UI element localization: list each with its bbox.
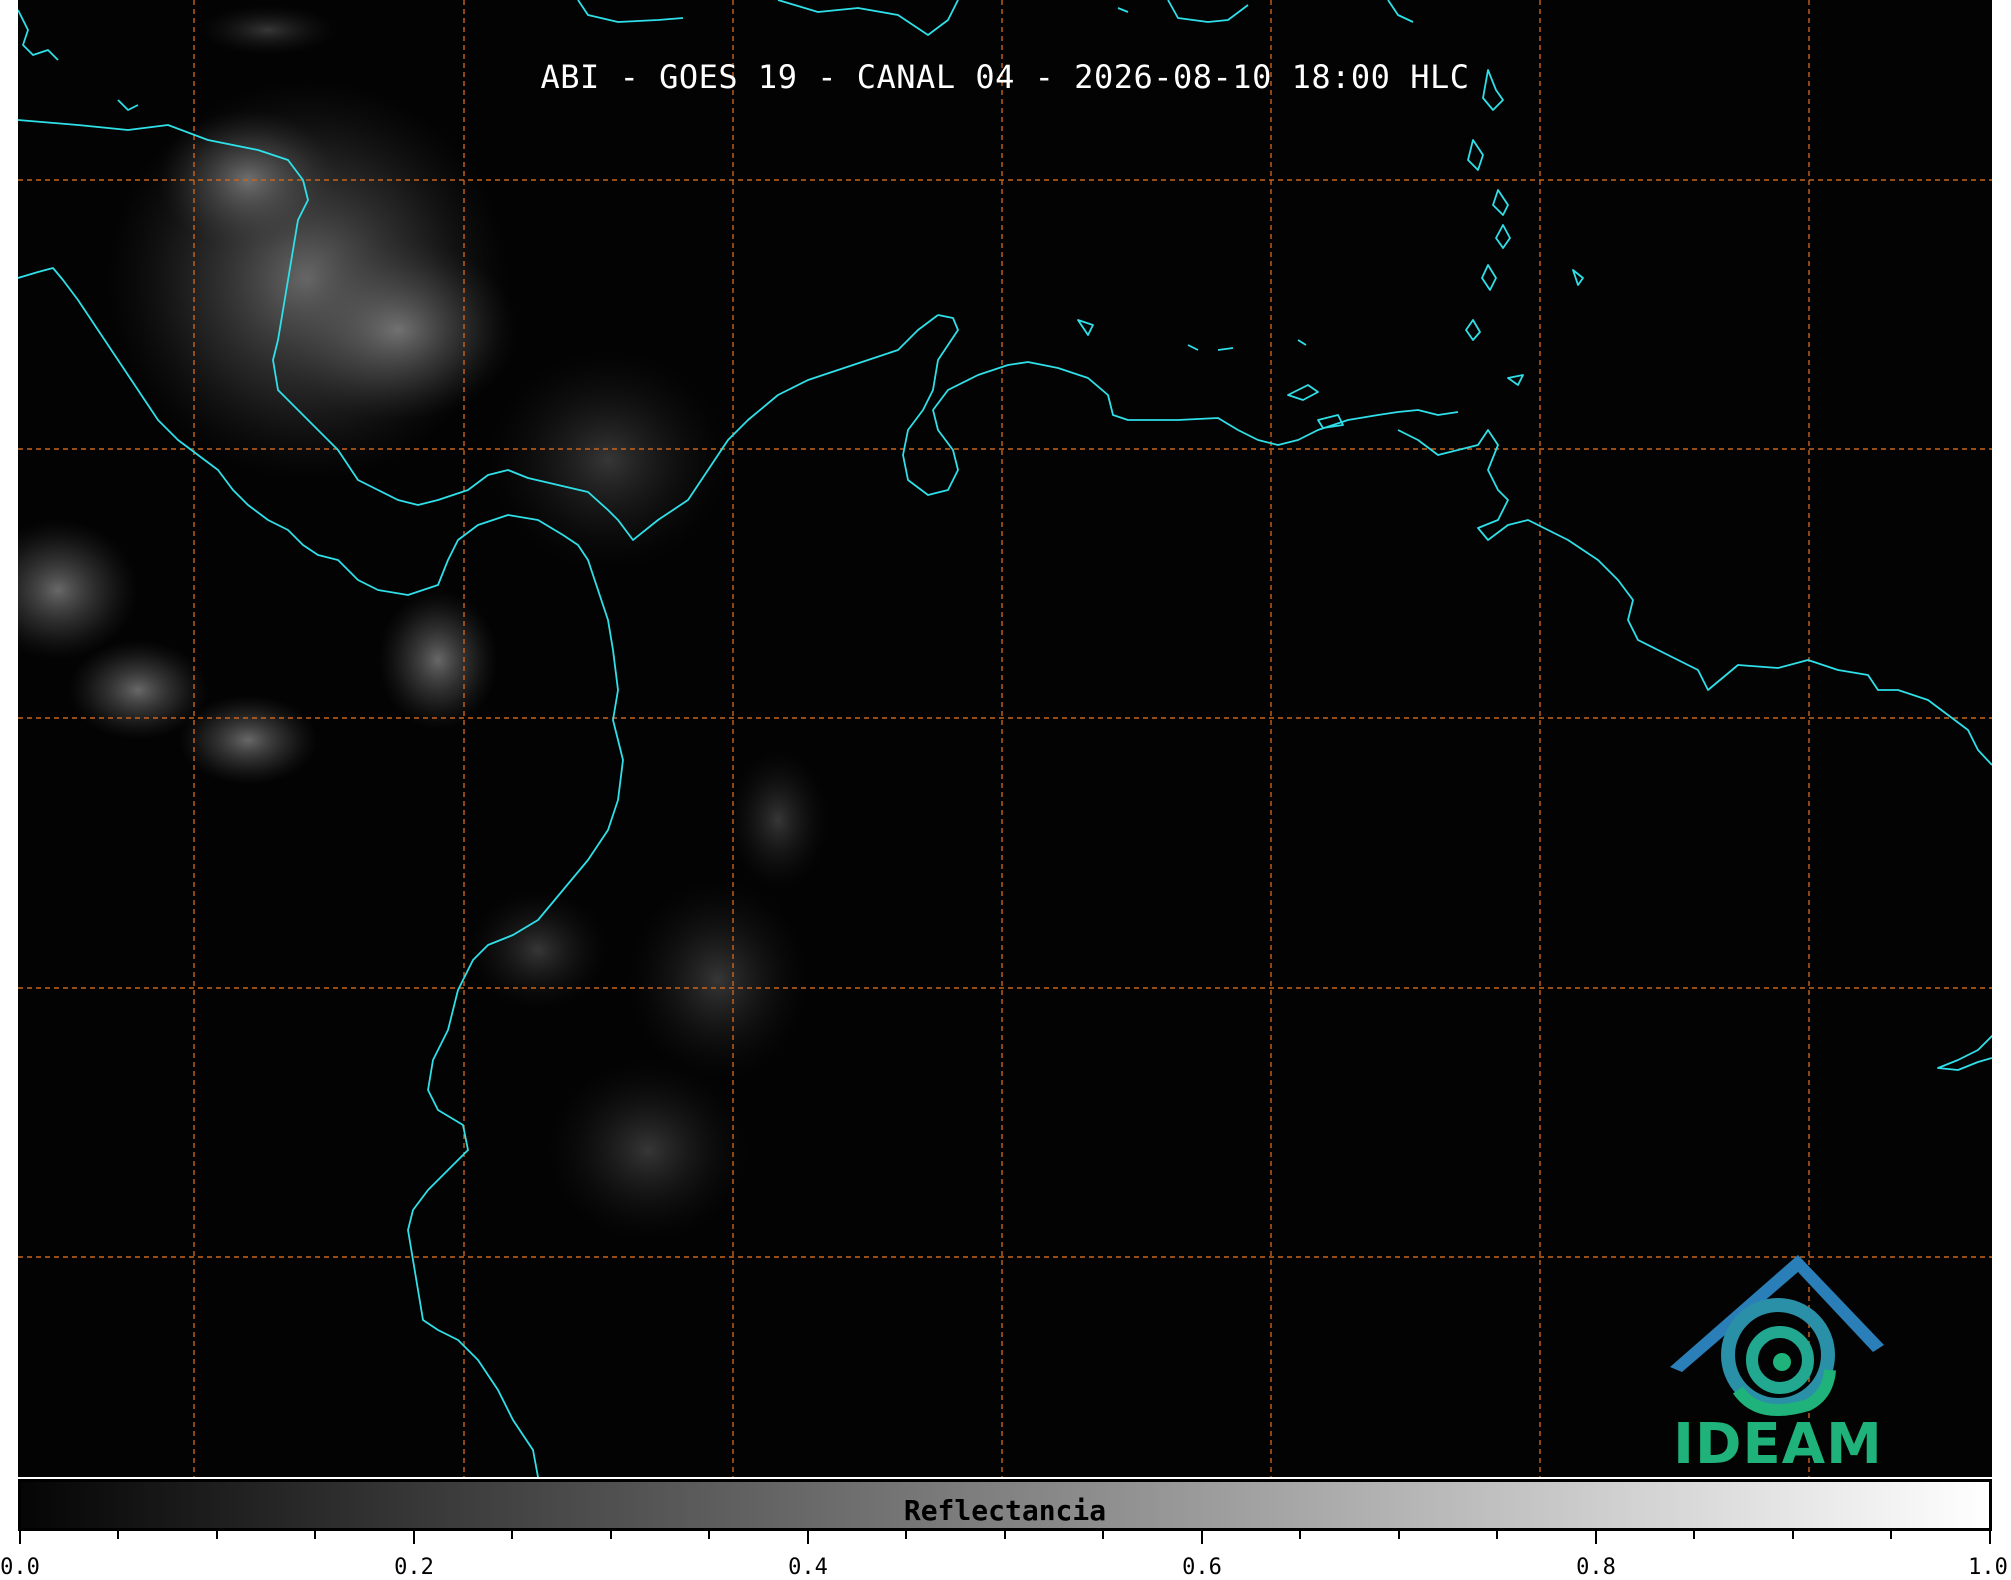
satellite-map[interactable]: ABI - GOES 19 - CANAL 04 - 2026-08-10 18… <box>18 0 1992 1477</box>
cloud-cover <box>18 5 828 1240</box>
colorbar: Reflectancia <box>18 1479 1992 1531</box>
colorbar-tick-label: 0.6 <box>1182 1555 1222 1580</box>
colorbar-tick-label: 0.0 <box>0 1555 40 1580</box>
colorbar-tick-label: 0.8 <box>1576 1555 1616 1580</box>
map-graphics <box>18 0 1992 1477</box>
map-title: ABI - GOES 19 - CANAL 04 - 2026-08-10 18… <box>540 58 1470 96</box>
ideam-logo-text: IDEAM <box>1673 1412 1883 1477</box>
ideam-logo-icon <box>1670 1255 1884 1416</box>
colorbar-tick-label: 0.4 <box>788 1555 828 1580</box>
colorbar-label: Reflectancia <box>903 1494 1107 1527</box>
colorbar-tick-label: 1.0 <box>1968 1555 2008 1580</box>
colorbar-tick-label: 0.2 <box>394 1555 434 1580</box>
colorbar-ticks <box>19 1530 1991 1544</box>
